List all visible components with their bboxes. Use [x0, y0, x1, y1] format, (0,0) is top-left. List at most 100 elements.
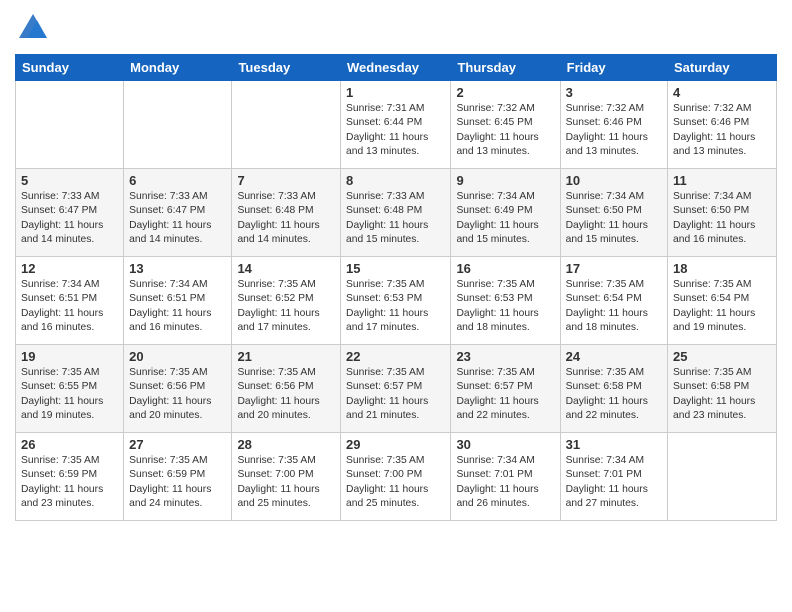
logo-icon	[15, 10, 51, 46]
day-info: Sunrise: 7:35 AM Sunset: 6:57 PM Dayligh…	[346, 366, 445, 424]
day-info: Sunrise: 7:35 AM Sunset: 6:54 PM Dayligh…	[566, 278, 662, 336]
calendar-cell: 21 Sunrise: 7:35 AM Sunset: 6:56 PM Dayli…	[232, 345, 341, 433]
day-number: 14	[237, 261, 335, 276]
day-info: Sunrise: 7:35 AM Sunset: 6:52 PM Dayligh…	[237, 278, 335, 336]
logo	[15, 10, 55, 46]
calendar-cell: 8 Sunrise: 7:33 AM Sunset: 6:48 PM Daylig…	[341, 169, 451, 257]
day-number: 30	[456, 437, 554, 452]
calendar: SundayMondayTuesdayWednesdayThursdayFrid…	[15, 54, 777, 521]
day-info: Sunrise: 7:33 AM Sunset: 6:47 PM Dayligh…	[129, 190, 226, 248]
day-number: 10	[566, 173, 662, 188]
calendar-week-2: 5 Sunrise: 7:33 AM Sunset: 6:47 PM Daylig…	[16, 169, 777, 257]
calendar-cell: 18Sunrise: 7:35 AM Sunset: 6:54 PM Dayli…	[668, 257, 777, 345]
day-number: 16	[456, 261, 554, 276]
calendar-cell: 7Sunrise: 7:33 AM Sunset: 6:48 PM Daylig…	[232, 169, 341, 257]
weekday-header-monday: Monday	[124, 55, 232, 81]
day-info: Sunrise: 7:34 AM Sunset: 7:01 PM Dayligh…	[566, 454, 662, 512]
calendar-cell: 29 Sunrise: 7:35 AM Sunset: 7:00 PM Dayli…	[341, 433, 451, 521]
weekday-header-tuesday: Tuesday	[232, 55, 341, 81]
day-number: 18	[673, 261, 771, 276]
calendar-week-1: 1 Sunrise: 7:31 AM Sunset: 6:44 PM Daylig…	[16, 81, 777, 169]
day-info: Sunrise: 7:33 AM Sunset: 6:48 PM Dayligh…	[346, 190, 445, 248]
calendar-cell: 31 Sunrise: 7:34 AM Sunset: 7:01 PM Dayli…	[560, 433, 667, 521]
day-info: Sunrise: 7:34 AM Sunset: 7:01 PM Dayligh…	[456, 454, 554, 512]
calendar-cell: 4 Sunrise: 7:32 AM Sunset: 6:46 PM Daylig…	[668, 81, 777, 169]
day-number: 3	[566, 85, 662, 100]
calendar-cell: 20Sunrise: 7:35 AM Sunset: 6:56 PM Dayli…	[124, 345, 232, 433]
day-number: 7	[237, 173, 335, 188]
day-info: Sunrise: 7:35 AM Sunset: 7:00 PM Dayligh…	[237, 454, 335, 512]
day-info: Sunrise: 7:32 AM Sunset: 6:45 PM Dayligh…	[456, 102, 554, 160]
calendar-week-3: 12 Sunrise: 7:34 AM Sunset: 6:51 PM Dayli…	[16, 257, 777, 345]
day-info: Sunrise: 7:35 AM Sunset: 7:00 PM Dayligh…	[346, 454, 445, 512]
day-info: Sunrise: 7:35 AM Sunset: 6:56 PM Dayligh…	[237, 366, 335, 424]
day-number: 6	[129, 173, 226, 188]
calendar-cell: 27 Sunrise: 7:35 AM Sunset: 6:59 PM Dayli…	[124, 433, 232, 521]
calendar-cell: 12Sunrise: 7:34 AM Sunset: 6:51 PM Dayli…	[16, 257, 124, 345]
day-info: Sunrise: 7:34 AM Sunset: 6:50 PM Dayligh…	[673, 190, 771, 248]
day-info: Sunrise: 7:33 AM Sunset: 6:47 PM Dayligh…	[21, 190, 118, 248]
day-number: 4	[673, 85, 771, 100]
day-number: 28	[237, 437, 335, 452]
calendar-cell: 15 Sunrise: 7:35 AM Sunset: 6:53 PM Dayli…	[341, 257, 451, 345]
day-number: 5	[21, 173, 118, 188]
calendar-cell: 14 Sunrise: 7:35 AM Sunset: 6:52 PM Dayli…	[232, 257, 341, 345]
weekday-row: SundayMondayTuesdayWednesdayThursdayFrid…	[16, 55, 777, 81]
calendar-cell: 30 Sunrise: 7:34 AM Sunset: 7:01 PM Dayli…	[451, 433, 560, 521]
calendar-cell: 6 Sunrise: 7:33 AM Sunset: 6:47 PM Daylig…	[124, 169, 232, 257]
day-number: 22	[346, 349, 445, 364]
weekday-header-sunday: Sunday	[16, 55, 124, 81]
day-info: Sunrise: 7:32 AM Sunset: 6:46 PM Dayligh…	[566, 102, 662, 160]
calendar-cell: 9Sunrise: 7:34 AM Sunset: 6:49 PM Daylig…	[451, 169, 560, 257]
day-number: 17	[566, 261, 662, 276]
calendar-cell: 24 Sunrise: 7:35 AM Sunset: 6:58 PM Dayli…	[560, 345, 667, 433]
day-number: 1	[346, 85, 445, 100]
calendar-cell: 11 Sunrise: 7:34 AM Sunset: 6:50 PM Dayli…	[668, 169, 777, 257]
day-number: 13	[129, 261, 226, 276]
day-info: Sunrise: 7:35 AM Sunset: 6:58 PM Dayligh…	[566, 366, 662, 424]
day-number: 29	[346, 437, 445, 452]
day-number: 27	[129, 437, 226, 452]
day-number: 11	[673, 173, 771, 188]
day-number: 2	[456, 85, 554, 100]
calendar-cell: 3 Sunrise: 7:32 AM Sunset: 6:46 PM Daylig…	[560, 81, 667, 169]
day-info: Sunrise: 7:34 AM Sunset: 6:50 PM Dayligh…	[566, 190, 662, 248]
calendar-cell	[16, 81, 124, 169]
day-info: Sunrise: 7:31 AM Sunset: 6:44 PM Dayligh…	[346, 102, 445, 160]
calendar-week-4: 19Sunrise: 7:35 AM Sunset: 6:55 PM Dayli…	[16, 345, 777, 433]
calendar-cell: 19Sunrise: 7:35 AM Sunset: 6:55 PM Dayli…	[16, 345, 124, 433]
day-number: 20	[129, 349, 226, 364]
day-number: 15	[346, 261, 445, 276]
day-number: 26	[21, 437, 118, 452]
day-info: Sunrise: 7:35 AM Sunset: 6:59 PM Dayligh…	[129, 454, 226, 512]
calendar-cell: 2 Sunrise: 7:32 AM Sunset: 6:45 PM Daylig…	[451, 81, 560, 169]
calendar-cell	[668, 433, 777, 521]
calendar-cell: 16Sunrise: 7:35 AM Sunset: 6:53 PM Dayli…	[451, 257, 560, 345]
calendar-cell: 28 Sunrise: 7:35 AM Sunset: 7:00 PM Dayli…	[232, 433, 341, 521]
calendar-cell: 22 Sunrise: 7:35 AM Sunset: 6:57 PM Dayli…	[341, 345, 451, 433]
weekday-header-friday: Friday	[560, 55, 667, 81]
weekday-header-wednesday: Wednesday	[341, 55, 451, 81]
day-info: Sunrise: 7:35 AM Sunset: 6:53 PM Dayligh…	[346, 278, 445, 336]
day-info: Sunrise: 7:34 AM Sunset: 6:51 PM Dayligh…	[129, 278, 226, 336]
day-number: 12	[21, 261, 118, 276]
calendar-header: SundayMondayTuesdayWednesdayThursdayFrid…	[16, 55, 777, 81]
day-number: 24	[566, 349, 662, 364]
day-number: 8	[346, 173, 445, 188]
calendar-cell: 17 Sunrise: 7:35 AM Sunset: 6:54 PM Dayli…	[560, 257, 667, 345]
calendar-cell: 26Sunrise: 7:35 AM Sunset: 6:59 PM Dayli…	[16, 433, 124, 521]
weekday-header-thursday: Thursday	[451, 55, 560, 81]
day-info: Sunrise: 7:35 AM Sunset: 6:58 PM Dayligh…	[673, 366, 771, 424]
day-info: Sunrise: 7:32 AM Sunset: 6:46 PM Dayligh…	[673, 102, 771, 160]
day-number: 23	[456, 349, 554, 364]
calendar-body: 1 Sunrise: 7:31 AM Sunset: 6:44 PM Daylig…	[16, 81, 777, 521]
day-info: Sunrise: 7:35 AM Sunset: 6:57 PM Dayligh…	[456, 366, 554, 424]
day-number: 21	[237, 349, 335, 364]
calendar-cell	[124, 81, 232, 169]
calendar-cell: 23 Sunrise: 7:35 AM Sunset: 6:57 PM Dayli…	[451, 345, 560, 433]
day-number: 31	[566, 437, 662, 452]
calendar-week-5: 26 Sunrise: 7:35 AM Sunset: 6:59 PM Dayli…	[16, 433, 777, 521]
calendar-cell: 10 Sunrise: 7:34 AM Sunset: 6:50 PM Dayli…	[560, 169, 667, 257]
day-info: Sunrise: 7:35 AM Sunset: 6:55 PM Dayligh…	[21, 366, 118, 424]
page: SundayMondayTuesdayWednesdayThursdayFrid…	[0, 0, 792, 531]
